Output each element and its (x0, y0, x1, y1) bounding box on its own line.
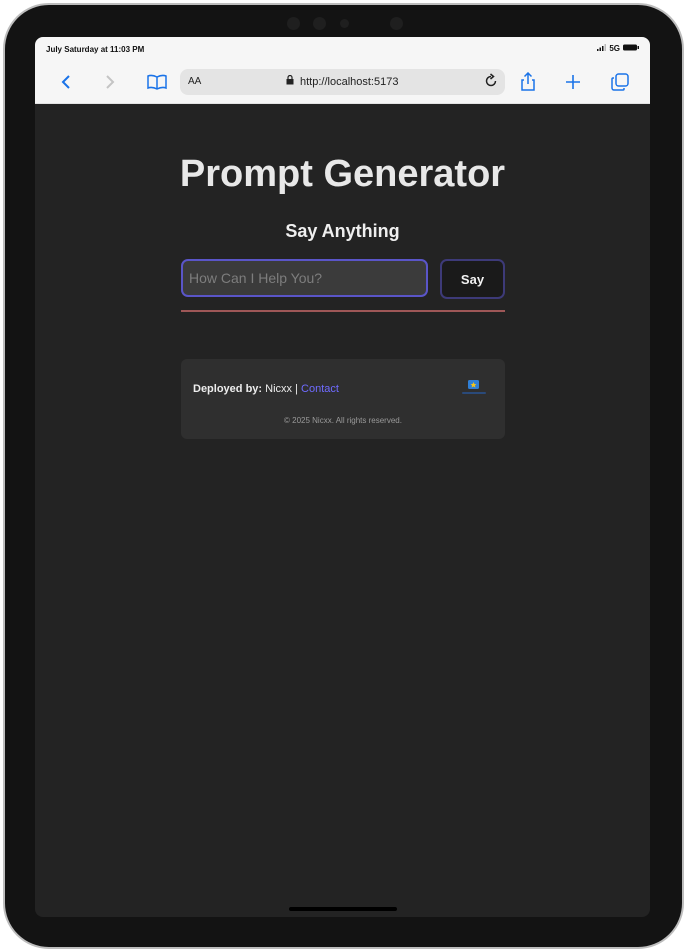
status-indicators: 5G (597, 44, 640, 53)
bookmarks-icon[interactable] (146, 71, 168, 93)
forward-icon[interactable] (99, 71, 121, 93)
camera-lens (340, 19, 349, 28)
deployed-by-line: Deployed by: Nicxx | Contact (193, 383, 339, 395)
status-time: July Saturday at 11:03 PM (46, 45, 145, 54)
url-display[interactable]: http://localhost:5173 (286, 74, 399, 88)
home-indicator[interactable] (289, 907, 397, 911)
tabs-icon[interactable] (609, 71, 631, 93)
signal-icon (597, 44, 607, 53)
divider-line (181, 310, 505, 312)
lock-icon (286, 74, 294, 88)
sensor-dot (313, 17, 326, 30)
battery-icon (623, 44, 640, 53)
back-icon[interactable] (55, 71, 77, 93)
say-button[interactable]: Say (440, 259, 505, 299)
network-label: 5G (609, 44, 620, 53)
new-tab-icon[interactable] (562, 71, 584, 93)
sensor-dot (287, 17, 300, 30)
page-subtitle: Say Anything (285, 221, 400, 241)
deployed-label: Deployed by: (193, 383, 263, 395)
separator: | (295, 383, 298, 395)
author-name: Nicxx (265, 383, 293, 395)
netlify-logo-icon[interactable] (459, 377, 489, 399)
status-bar: July Saturday at 11:03 PM 5G (35, 37, 650, 61)
contact-link[interactable]: Contact (301, 383, 339, 395)
sensor-dot (390, 17, 403, 30)
copyright-text: © 2025 Nicxx. All rights reserved. (284, 416, 402, 425)
footer-card: Deployed by: Nicxx | Contact © 2025 Nicx… (181, 359, 505, 439)
page-content: Prompt Generator Say Anything Say Deploy… (35, 103, 650, 917)
text-size-button[interactable]: AA (188, 76, 201, 87)
page-title: Prompt Generator (179, 153, 506, 195)
url-text: http://localhost:5173 (300, 75, 399, 88)
address-bar[interactable]: AA http://localhost:5173 (180, 69, 505, 95)
share-icon[interactable] (517, 71, 539, 93)
screen: July Saturday at 11:03 PM 5G AA http://l… (35, 37, 650, 917)
prompt-input[interactable] (181, 259, 428, 297)
reload-icon[interactable] (483, 73, 499, 94)
browser-toolbar: AA http://localhost:5173 (35, 61, 650, 104)
